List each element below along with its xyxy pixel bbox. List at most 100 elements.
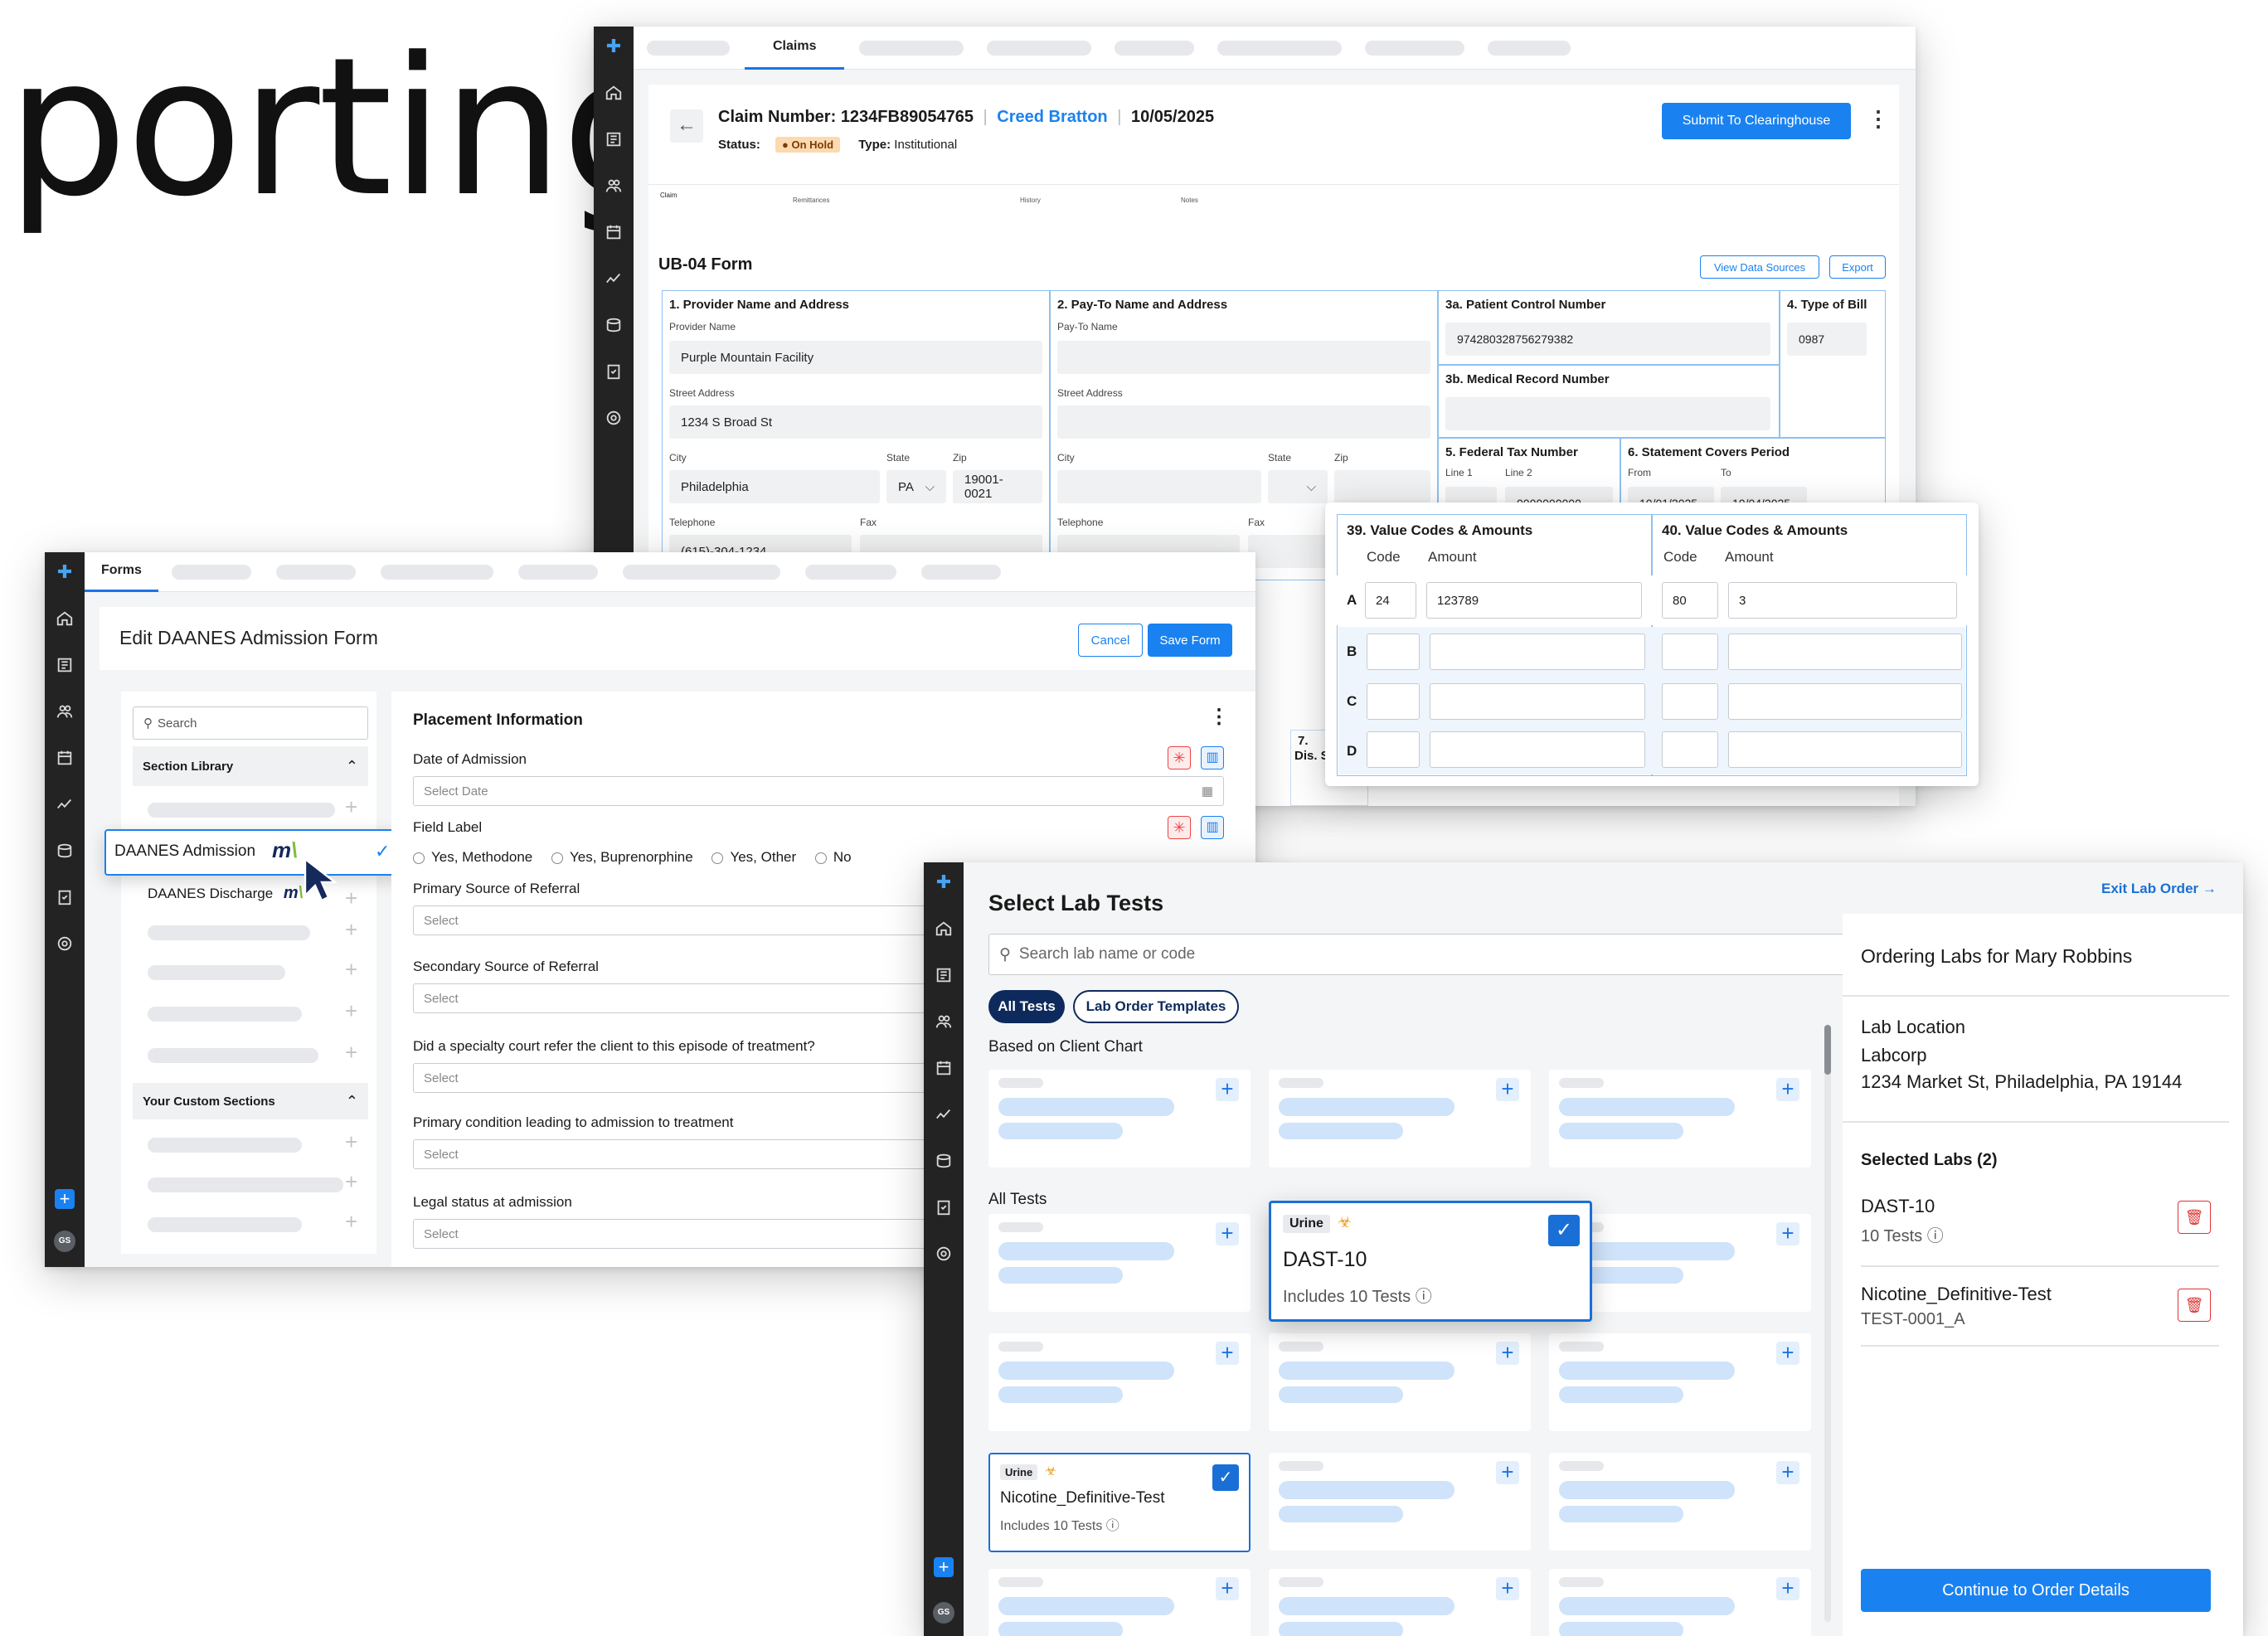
payto-city-field[interactable] (1057, 470, 1261, 503)
lab-card-placeholder[interactable]: + (1549, 1453, 1811, 1551)
add-lab-icon[interactable]: + (1216, 1078, 1239, 1101)
lab-card-dast10[interactable]: Urine ☣ DAST-10 Includes 10 Tests ⓘ ✓ (1269, 1201, 1592, 1322)
state-select[interactable]: PA ⌵ (886, 470, 946, 503)
submit-clearinghouse-button[interactable]: Submit To Clearinghouse (1662, 103, 1851, 139)
lab-card-placeholder[interactable]: + (1269, 1453, 1531, 1551)
add-lab-icon[interactable]: + (1776, 1078, 1799, 1101)
radio-option[interactable]: Yes, Other (711, 849, 796, 865)
add-lab-icon[interactable]: + (1776, 1461, 1799, 1484)
continue-to-order-details-button[interactable]: Continue to Order Details (1861, 1569, 2211, 1612)
lab-search-input[interactable]: ⚲ Search lab name or code (988, 934, 1907, 975)
users-icon[interactable] (935, 1012, 953, 1031)
more-menu-icon[interactable]: ⋮ (1867, 106, 1889, 132)
records-icon[interactable] (935, 966, 953, 984)
provider-name-field[interactable]: Purple Mountain Facility (669, 341, 1042, 374)
add-section-icon[interactable]: + (345, 794, 357, 820)
subtab-notes[interactable]: Notes (1181, 197, 1198, 204)
add-section-icon[interactable]: + (345, 1209, 357, 1235)
value-code-input[interactable] (1367, 731, 1420, 768)
date-of-admission-input[interactable]: Select Date ▦ (413, 776, 1224, 806)
delete-icon[interactable]: 🗑︎ (2178, 1289, 2211, 1322)
clipboard-icon[interactable] (605, 362, 623, 381)
lab-card-placeholder[interactable]: + (1269, 1569, 1531, 1636)
add-section-icon[interactable]: + (345, 917, 357, 943)
home-icon[interactable] (56, 609, 74, 628)
type-of-bill-field[interactable]: 0987 (1787, 323, 1867, 356)
add-lab-icon[interactable]: + (1216, 1222, 1239, 1245)
add-section-icon[interactable]: + (345, 1040, 357, 1066)
add-lab-icon[interactable]: + (1216, 1342, 1239, 1365)
avatar[interactable]: GS (933, 1602, 954, 1624)
payto-name-field[interactable] (1057, 341, 1430, 374)
value-code-input[interactable] (1662, 731, 1718, 768)
cancel-button[interactable]: Cancel (1078, 624, 1143, 657)
tab-forms[interactable]: Forms (85, 552, 158, 592)
billing-icon[interactable] (605, 316, 623, 334)
zip-field[interactable]: 19001-0021 (953, 470, 1042, 503)
scrollbar-thumb[interactable] (1824, 1025, 1831, 1075)
lab-card-placeholder[interactable]: + (1549, 1569, 1811, 1636)
delete-icon[interactable]: 🗑︎ (2178, 1201, 2211, 1234)
section-item-daanes-discharge[interactable]: DAANES Discharge m\ (148, 884, 303, 903)
users-icon[interactable] (605, 177, 623, 195)
add-icon[interactable]: + (934, 1557, 954, 1577)
lab-card-placeholder[interactable]: + (1549, 1333, 1811, 1431)
calendar-icon[interactable] (935, 1059, 953, 1077)
patient-link[interactable]: Creed Bratton (997, 108, 1107, 126)
value-code-input[interactable] (1367, 683, 1420, 720)
book-icon[interactable]: ▥ (1201, 746, 1224, 769)
add-lab-icon[interactable]: + (1776, 1222, 1799, 1245)
add-section-icon[interactable]: + (345, 886, 357, 911)
scrollbar-track[interactable] (1824, 1025, 1831, 1622)
calendar-icon[interactable] (605, 223, 623, 241)
medical-record-field[interactable] (1445, 397, 1770, 430)
add-icon[interactable]: + (55, 1189, 75, 1209)
tab-claims[interactable]: Claims (745, 27, 845, 70)
records-icon[interactable] (56, 656, 74, 674)
add-lab-icon[interactable]: + (1496, 1577, 1519, 1600)
lab-card-placeholder[interactable]: + (988, 1333, 1251, 1431)
add-lab-icon[interactable]: + (1776, 1342, 1799, 1365)
add-section-icon[interactable]: + (345, 957, 357, 983)
radio-option[interactable]: No (814, 849, 852, 865)
value-code-input[interactable] (1662, 634, 1718, 670)
clipboard-icon[interactable] (935, 1198, 953, 1216)
records-icon[interactable] (605, 130, 623, 148)
lab-card-placeholder[interactable]: + (1549, 1070, 1811, 1168)
billing-icon[interactable] (56, 842, 74, 860)
settings-icon[interactable] (935, 1245, 953, 1263)
add-lab-icon[interactable]: + (1216, 1577, 1239, 1600)
analytics-icon[interactable] (935, 1105, 953, 1124)
value-amount-input[interactable] (1430, 731, 1645, 768)
home-icon[interactable] (935, 920, 953, 938)
book-icon[interactable]: ▥ (1201, 816, 1224, 839)
analytics-icon[interactable] (56, 795, 74, 813)
lab-card-placeholder[interactable]: + (988, 1214, 1251, 1312)
subtab-remittances[interactable]: Remittances (793, 197, 829, 204)
street-field[interactable]: 1234 S Broad St (669, 405, 1042, 439)
value-amount-input[interactable] (1728, 634, 1962, 670)
add-lab-icon[interactable]: + (1496, 1078, 1519, 1101)
value-amount-input[interactable]: 3 (1728, 582, 1957, 619)
required-icon[interactable]: ✳ (1168, 816, 1191, 839)
section-library-header[interactable]: Section Library ⌃ (133, 746, 368, 786)
value-code-input[interactable] (1662, 683, 1718, 720)
exit-lab-order-link[interactable]: Exit Lab Order → (2101, 881, 2217, 897)
value-amount-input[interactable] (1430, 634, 1645, 670)
view-data-sources-button[interactable]: View Data Sources (1700, 255, 1819, 279)
lab-card-placeholder[interactable]: + (1269, 1070, 1531, 1168)
back-button[interactable]: ← (670, 109, 703, 143)
chip-lab-order-templates[interactable]: Lab Order Templates (1073, 990, 1239, 1023)
settings-icon[interactable] (56, 935, 74, 953)
value-amount-input[interactable] (1728, 731, 1962, 768)
lab-card-placeholder[interactable]: + (1269, 1333, 1531, 1431)
checkbox-checked-icon[interactable]: ✓ (1548, 1215, 1580, 1246)
add-lab-icon[interactable]: + (1776, 1577, 1799, 1600)
custom-sections-header[interactable]: Your Custom Sections ⌃ (133, 1083, 368, 1119)
payto-zip-field[interactable] (1334, 470, 1430, 503)
add-section-icon[interactable]: + (345, 1129, 357, 1155)
search-input[interactable]: ⚲ Search (133, 706, 368, 740)
radio-option[interactable]: Yes, Methodone (413, 849, 532, 865)
required-icon[interactable]: ✳ (1168, 746, 1191, 769)
radio-option[interactable]: Yes, Buprenorphine (551, 849, 693, 865)
